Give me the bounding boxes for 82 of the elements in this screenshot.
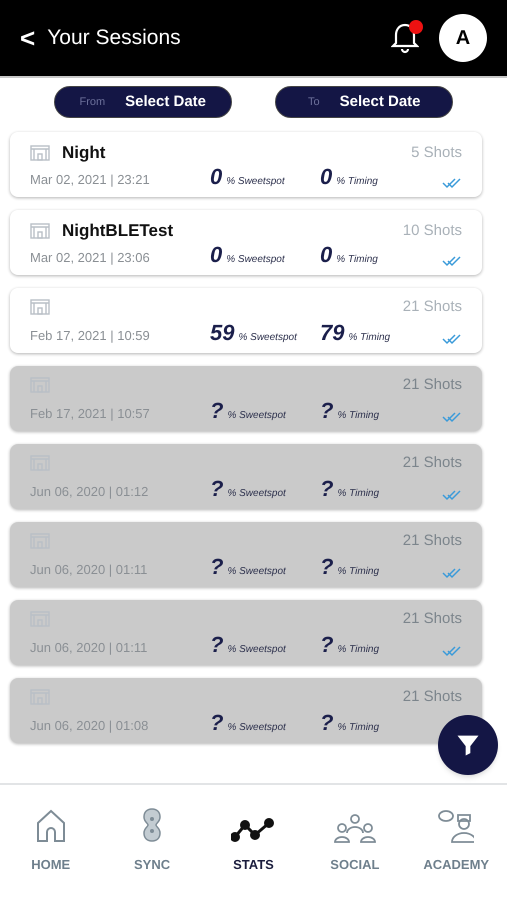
metric-value: 0 (210, 244, 222, 266)
metric-label: % Sweetspot (227, 643, 286, 657)
metric-value: 0 (210, 166, 222, 188)
date-picker-button[interactable]: From Select Date (54, 86, 232, 118)
metric-value: 0 (320, 166, 332, 188)
people-group-icon (332, 813, 377, 843)
metric-label: % Timing (336, 253, 378, 267)
nav-tab[interactable]: ACADEMY (411, 805, 502, 900)
line-graph-icon (231, 817, 276, 843)
metric-value: ? (210, 478, 224, 500)
shot-count: 21 Shots (402, 531, 462, 551)
metric-label: % Sweetspot (226, 175, 285, 189)
shot-count: 21 Shots (402, 453, 462, 473)
shot-count: 21 Shots (402, 297, 462, 317)
session-card[interactable]: 21 Shots Jun 06, 2020 | 01:12 ? % Sweetspot ? % Timing (10, 444, 482, 509)
metric-label: % Sweetspot (226, 253, 285, 267)
metric-label: % Timing (348, 331, 390, 345)
page-title: Your Sessions (47, 25, 181, 52)
session-date: Feb 17, 2021 | 10:57 (30, 404, 151, 423)
nav-tab[interactable]: SYNC (107, 805, 198, 900)
session-card[interactable]: 21 Shots Jun 06, 2020 | 01:08 ? % Sweetspot ? % Timing (10, 678, 482, 743)
shot-count: 21 Shots (402, 375, 462, 395)
session-card[interactable]: 21 Shots Jun 06, 2020 | 01:11 ? % Sweetspot ? % Timing (10, 600, 482, 665)
gate-icon (30, 299, 50, 316)
session-name: Night (62, 142, 106, 164)
back-button[interactable]: < (20, 18, 36, 58)
metric-value: ? (210, 400, 224, 422)
session-card[interactable]: 21 Shots Feb 17, 2021 | 10:57 ? % Sweetspot ? % Timing (10, 366, 482, 431)
session-date: Mar 02, 2021 | 23:21 (30, 170, 151, 189)
nav-tab[interactable]: SOCIAL (310, 805, 400, 900)
filter-button[interactable] (438, 715, 498, 775)
session-date: Mar 02, 2021 | 23:06 (30, 248, 151, 267)
metric-value: ? (210, 556, 224, 578)
metric-value: ? (320, 400, 334, 422)
metric-label: % Sweetspot (227, 721, 286, 735)
metric-label: % Sweetspot (227, 409, 286, 423)
session-card[interactable]: NightBLETest 10 Shots Mar 02, 2021 | 23:06 0 % Sweetspot 0 % Timing (10, 210, 482, 275)
metric-label: % Timing (337, 487, 380, 501)
house-icon (34, 809, 67, 843)
metric-label: % Timing (337, 643, 380, 657)
date-value: Select Date (125, 92, 206, 112)
session-date: Jun 06, 2020 | 01:11 (30, 560, 148, 579)
gate-icon (30, 144, 50, 161)
session-date: Feb 17, 2021 | 10:59 (30, 326, 151, 345)
metric-value: ? (320, 634, 334, 656)
date-value: Select Date (340, 92, 420, 112)
nav-tab[interactable]: STATS (208, 805, 298, 900)
session-date: Jun 06, 2020 | 01:08 (30, 716, 150, 735)
shot-count: 21 Shots (402, 609, 462, 629)
shot-count: 5 Shots (411, 142, 462, 162)
metric-label: % Sweetspot (227, 487, 286, 501)
date-picker-button[interactable]: To Select Date (275, 86, 454, 118)
metric-label: % Timing (337, 721, 380, 735)
session-name: NightBLETest (62, 220, 174, 242)
shot-count: 10 Shots (402, 220, 462, 240)
metric-label: % Timing (337, 409, 380, 423)
sensor-icon (141, 807, 164, 843)
metric-value: ? (210, 634, 224, 656)
metric-label: % Timing (337, 565, 380, 579)
session-date: Jun 06, 2020 | 01:12 (30, 482, 150, 501)
metric-value: ? (320, 712, 334, 734)
coach-icon (438, 809, 474, 843)
metric-value: ? (320, 478, 334, 500)
metric-label: % Timing (336, 175, 378, 189)
session-card[interactable]: Night 5 Shots Mar 02, 2021 | 23:21 0 % Sweetspot 0 % Timing (10, 132, 482, 197)
session-card[interactable]: 21 Shots Feb 17, 2021 | 10:59 59 % Sweetspot 79 % Timing (10, 288, 482, 353)
metric-label: % Sweetspot (238, 331, 297, 345)
metric-value: 0 (320, 244, 332, 266)
shot-count: 21 Shots (402, 687, 462, 707)
metric-value: ? (320, 556, 334, 578)
nav-tab[interactable]: HOME (6, 805, 96, 900)
gate-icon (30, 222, 50, 239)
date-prefix: To (308, 94, 320, 110)
bell-icon (391, 22, 419, 54)
metric-value: ? (210, 712, 224, 734)
metric-value: 59 (210, 322, 234, 344)
session-date: Jun 06, 2020 | 01:11 (30, 638, 148, 657)
avatar[interactable]: A (439, 14, 487, 62)
metric-value: 79 (320, 322, 344, 344)
date-prefix: From (79, 94, 106, 110)
session-card[interactable]: 21 Shots Jun 06, 2020 | 01:11 ? % Sweetspot ? % Timing (10, 522, 482, 587)
metric-label: % Sweetspot (227, 565, 286, 579)
